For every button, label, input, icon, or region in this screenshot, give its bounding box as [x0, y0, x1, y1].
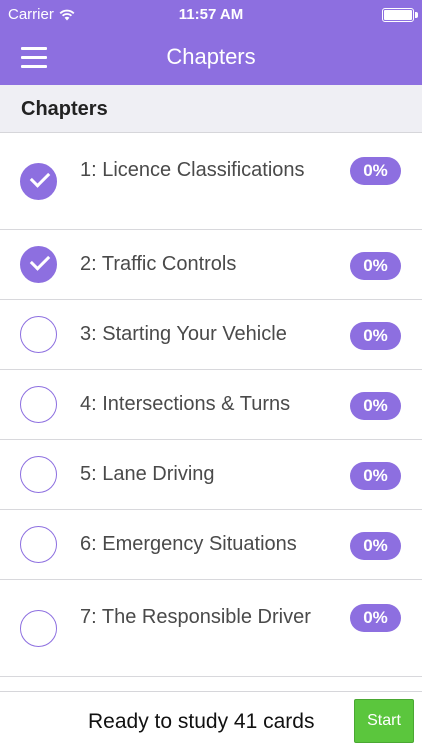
chapter-label: 1: Licence Classifications — [80, 159, 305, 181]
checkmark-icon[interactable] — [20, 246, 57, 283]
chapter-list: 1: Licence Classifications 0% 2: Traffic… — [0, 133, 422, 691]
unchecked-circle-icon[interactable] — [20, 610, 57, 647]
chapter-row-2[interactable]: 2: Traffic Controls 0% — [0, 230, 422, 300]
nav-bar: Chapters — [0, 30, 422, 85]
progress-badge: 0% — [350, 252, 401, 280]
start-button[interactable]: Start — [354, 699, 414, 743]
progress-badge: 0% — [350, 532, 401, 560]
unchecked-circle-icon[interactable] — [20, 526, 57, 563]
chapter-label: 4: Intersections & Turns — [80, 393, 291, 415]
status-time: 11:57 AM — [178, 6, 244, 23]
chapter-row-3[interactable]: 3: Starting Your Vehicle 0% — [0, 300, 422, 370]
progress-badge: 0% — [350, 604, 401, 632]
progress-badge: 0% — [350, 392, 401, 420]
progress-badge: 0% — [350, 157, 401, 185]
progress-badge: 0% — [350, 462, 401, 490]
section-header: Chapters — [0, 85, 422, 133]
unchecked-circle-icon[interactable] — [20, 456, 57, 493]
progress-badge: 0% — [350, 322, 401, 350]
unchecked-circle-icon[interactable] — [20, 386, 57, 423]
unchecked-circle-icon[interactable] — [20, 316, 57, 353]
chapter-row-1[interactable]: 1: Licence Classifications 0% — [0, 133, 422, 230]
ready-to-study-label: Ready to study 41 cards — [88, 710, 315, 733]
chapter-row-7[interactable]: 7: The Responsible Driver 0% — [0, 580, 422, 677]
nav-title: Chapters — [166, 44, 256, 69]
status-bar: Carrier 11:57 AM — [0, 0, 422, 30]
chapter-row-6[interactable]: 6: Emergency Situations 0% — [0, 510, 422, 580]
checkmark-icon[interactable] — [20, 163, 57, 200]
chapter-row-5[interactable]: 5: Lane Driving 0% — [0, 440, 422, 510]
chapter-label: 6: Emergency Situations — [80, 533, 297, 555]
chapter-label: 3: Starting Your Vehicle — [80, 323, 287, 345]
chapter-label: 2: Traffic Controls — [80, 253, 237, 275]
battery-icon — [382, 8, 418, 22]
chapter-label: 7: The Responsible Driver — [80, 606, 311, 628]
chapter-row-next[interactable] — [0, 677, 422, 691]
chapter-row-4[interactable]: 4: Intersections & Turns 0% — [0, 370, 422, 440]
chapter-label: 5: Lane Driving — [80, 463, 215, 485]
bottom-bar: Ready to study 41 cards Start — [0, 691, 422, 750]
